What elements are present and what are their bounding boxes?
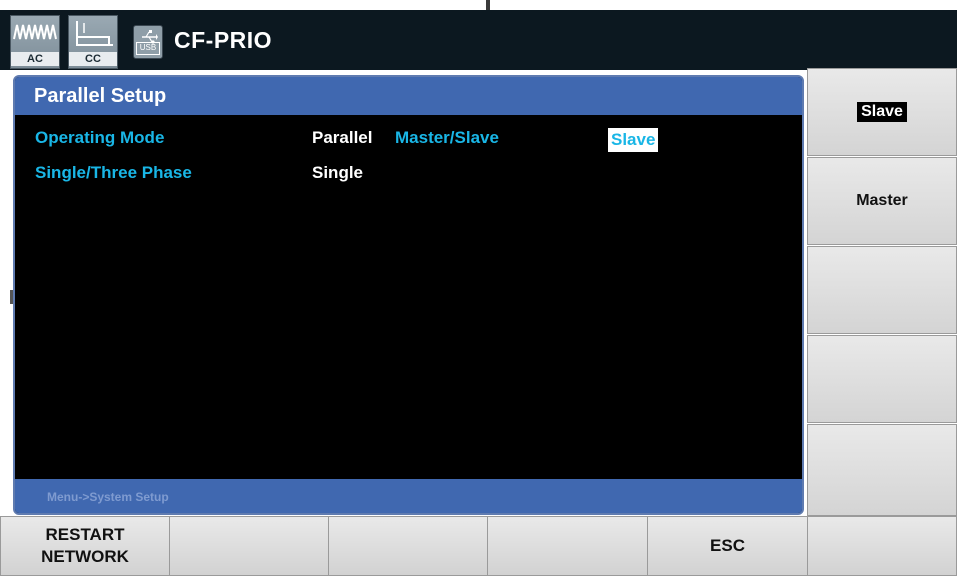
breadcrumb: Menu->System Setup bbox=[15, 479, 802, 513]
operating-mode-value[interactable]: Parallel bbox=[312, 128, 373, 148]
softkey-master[interactable]: Master bbox=[807, 157, 957, 245]
function-key-row: RESTART NETWORK ESC bbox=[0, 516, 957, 576]
status-bar: AC CC USB CF-PRIO bbox=[0, 10, 957, 70]
cc-label: CC bbox=[69, 52, 117, 66]
function-key-6[interactable] bbox=[807, 516, 957, 576]
softkey-5[interactable] bbox=[807, 424, 957, 516]
usb-label: USB bbox=[136, 42, 160, 55]
function-key-4[interactable] bbox=[487, 516, 648, 576]
device-name: CF-PRIO bbox=[174, 27, 273, 53]
operating-mode-label[interactable]: Operating Mode bbox=[35, 128, 164, 148]
softkey-slave[interactable]: Slave bbox=[807, 68, 957, 156]
master-slave-value[interactable]: Slave bbox=[608, 128, 659, 152]
phase-mode-label[interactable]: Single/Three Phase bbox=[35, 163, 192, 183]
phase-mode-value[interactable]: Single bbox=[312, 163, 363, 183]
softkey-label: Master bbox=[856, 192, 908, 209]
function-key-3[interactable] bbox=[328, 516, 488, 576]
restart-network-button[interactable]: RESTART NETWORK bbox=[0, 516, 170, 576]
parallel-setup-panel: Parallel Setup Operating Mode Parallel M… bbox=[13, 75, 804, 515]
master-slave-label[interactable]: Master/Slave bbox=[395, 128, 499, 148]
softkey-column: Slave Master bbox=[807, 68, 957, 516]
ac-waveform-icon: AC bbox=[10, 15, 60, 69]
softkey-3[interactable] bbox=[807, 246, 957, 334]
panel-title: Parallel Setup bbox=[15, 77, 802, 115]
usb-icon: USB bbox=[133, 25, 163, 59]
softkey-label: Slave bbox=[857, 102, 907, 122]
softkey-4[interactable] bbox=[807, 335, 957, 423]
function-key-2[interactable] bbox=[169, 516, 329, 576]
instrument-screen: AC CC USB CF-PRIO Parallel Setup Operati… bbox=[0, 0, 957, 576]
ac-label: AC bbox=[11, 52, 59, 66]
esc-button[interactable]: ESC bbox=[647, 516, 808, 576]
cc-mode-icon: CC bbox=[68, 15, 118, 69]
